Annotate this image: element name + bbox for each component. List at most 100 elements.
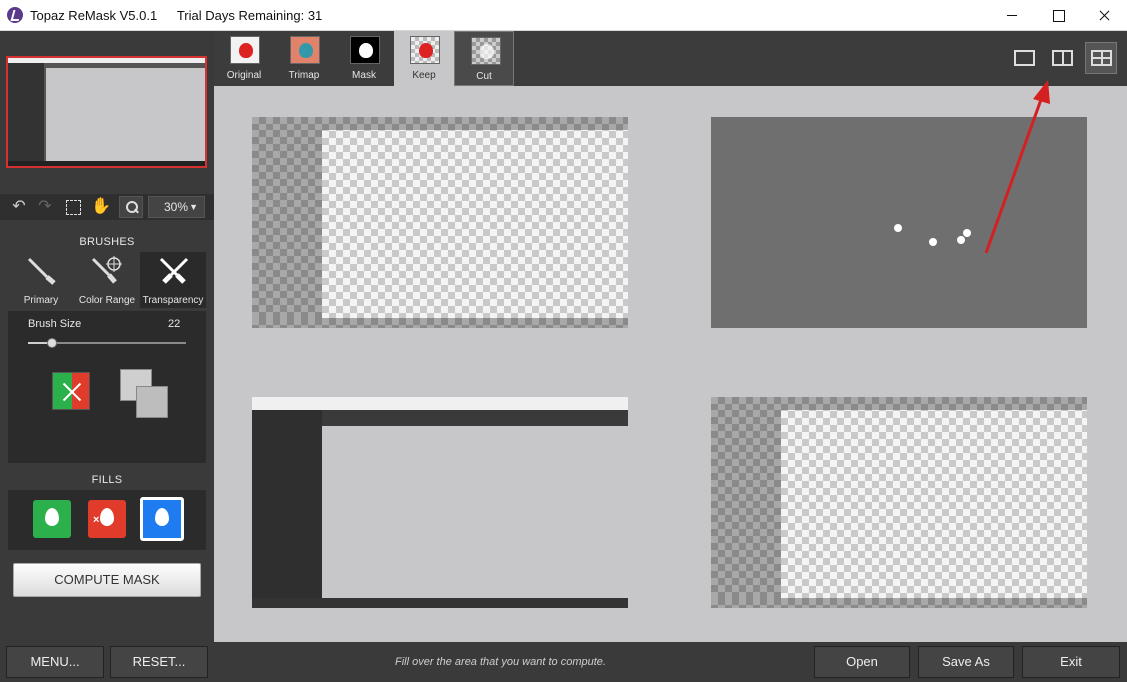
quad-canvas[interactable] bbox=[214, 86, 1127, 642]
mini-footer bbox=[252, 598, 628, 608]
reset-button[interactable]: RESET... bbox=[110, 646, 208, 678]
exit-button[interactable]: Exit bbox=[1022, 646, 1120, 678]
app-logo-icon bbox=[7, 7, 23, 23]
mask-dot bbox=[963, 229, 971, 237]
redo-icon[interactable]: ↷ bbox=[34, 196, 56, 218]
mini-sidebar bbox=[252, 410, 322, 608]
undo-icon[interactable]: ↶ bbox=[8, 196, 30, 218]
compute-drop-icon bbox=[155, 508, 169, 526]
mini-titlebar bbox=[252, 397, 628, 410]
mini-titlebar bbox=[711, 397, 1087, 410]
maximize-button[interactable] bbox=[1035, 0, 1081, 31]
app-name: Topaz ReMask V5.0.1 bbox=[30, 8, 158, 23]
window-title: Topaz ReMask V5.0.1 Trial Days Remaining… bbox=[30, 8, 322, 23]
left-panel: ↶ ↷ ✋ 30% ▼ BRUSHES Primary Color Range bbox=[0, 31, 214, 642]
transparency-brush-icon bbox=[159, 257, 189, 284]
brushes-title: BRUSHES bbox=[79, 236, 135, 248]
brush-size-slider-handle[interactable] bbox=[46, 338, 57, 348]
keep-drop-icon bbox=[45, 508, 59, 526]
cut-x-icon: × bbox=[93, 514, 100, 526]
view-panel-trimap[interactable] bbox=[252, 397, 628, 608]
apple-icon bbox=[419, 43, 433, 58]
trial-text: Trial Days Remaining: 31 bbox=[176, 8, 323, 23]
nav-preview-footer bbox=[8, 161, 205, 166]
brush-transparency[interactable]: Transparency bbox=[140, 252, 206, 308]
tab-original[interactable]: Original bbox=[214, 31, 274, 86]
cut-color-swatch bbox=[72, 373, 89, 409]
zoom-icon[interactable] bbox=[119, 196, 143, 218]
cut-fill-button[interactable]: × bbox=[88, 500, 126, 538]
trimap-thumb bbox=[290, 36, 320, 64]
bottom-bar: MENU... RESET... Fill over the area that… bbox=[0, 642, 1127, 682]
tab-mask[interactable]: Mask bbox=[334, 31, 394, 86]
zoom-value: 30% bbox=[164, 200, 189, 214]
menu-button[interactable]: MENU... bbox=[6, 646, 104, 678]
save-as-button[interactable]: Save As bbox=[918, 646, 1014, 678]
zoom-dropdown[interactable]: 30% ▼ bbox=[148, 196, 205, 218]
apple-icon bbox=[239, 43, 253, 58]
keep-thumb bbox=[410, 36, 440, 64]
fills-panel: × bbox=[8, 490, 206, 550]
view-panel-keep[interactable] bbox=[711, 397, 1087, 608]
view-panel-original[interactable] bbox=[252, 117, 628, 328]
hand-icon[interactable]: ✋ bbox=[90, 196, 112, 218]
mini-footer bbox=[711, 598, 1087, 608]
single-view-button[interactable] bbox=[1009, 43, 1039, 73]
quad-view-icon bbox=[1091, 50, 1112, 66]
single-view-icon bbox=[1014, 50, 1035, 66]
tab-trimap-label: Trimap bbox=[288, 70, 320, 81]
color-range-brush-icon bbox=[91, 256, 122, 284]
brush-color-range-label: Color Range bbox=[78, 295, 136, 306]
mini-sidebar bbox=[252, 130, 322, 328]
nav-preview-canvas bbox=[46, 68, 205, 163]
tab-mask-label: Mask bbox=[352, 70, 376, 81]
original-thumb bbox=[230, 36, 260, 64]
tab-cut[interactable]: Cut bbox=[454, 31, 514, 86]
title-bar: Topaz ReMask V5.0.1 Trial Days Remaining… bbox=[0, 0, 1127, 31]
apple-icon bbox=[299, 43, 313, 58]
split-view-icon bbox=[1052, 50, 1073, 66]
tab-keep-label: Keep bbox=[412, 70, 436, 81]
mask-dot bbox=[929, 238, 937, 246]
view-panel-mask[interactable] bbox=[711, 117, 1087, 328]
tab-keep[interactable]: Keep bbox=[394, 31, 454, 86]
compute-fill-button[interactable] bbox=[140, 497, 184, 541]
cut-drop-icon bbox=[100, 508, 114, 526]
quad-view-button[interactable] bbox=[1085, 42, 1117, 74]
split-view-button[interactable] bbox=[1047, 43, 1077, 73]
brush-size-value: 22 bbox=[168, 318, 181, 330]
mini-sidebar bbox=[711, 410, 781, 608]
brush-settings: Brush Size 22 bbox=[8, 311, 206, 463]
brush-color-range[interactable]: Color Range bbox=[74, 252, 140, 308]
cut-thumb bbox=[471, 37, 501, 65]
tab-original-label: Original bbox=[226, 70, 262, 81]
navigator-preview[interactable] bbox=[6, 56, 207, 168]
mask-thumb bbox=[350, 36, 380, 64]
selection-icon[interactable] bbox=[62, 196, 84, 218]
brush-size-label: Brush Size bbox=[28, 318, 82, 330]
mini-titlebar bbox=[252, 117, 628, 130]
view-tab-bar: Original Trimap Mask Keep Cut bbox=[214, 31, 1127, 86]
chevron-down-icon: ▼ bbox=[189, 202, 198, 212]
mask-dot bbox=[894, 224, 902, 232]
primary-brush-icon bbox=[27, 257, 56, 285]
swap-keep-cut-button[interactable] bbox=[52, 372, 90, 410]
close-button[interactable] bbox=[1081, 0, 1127, 31]
tab-cut-label: Cut bbox=[476, 71, 492, 82]
mini-tabbar bbox=[322, 410, 628, 426]
minimize-button[interactable] bbox=[989, 0, 1035, 31]
brush-primary-label: Primary bbox=[23, 295, 59, 306]
foreground-color-swatch[interactable] bbox=[136, 386, 168, 418]
tool-row: ↶ ↷ ✋ 30% ▼ bbox=[0, 194, 214, 220]
brush-primary[interactable]: Primary bbox=[8, 252, 74, 308]
fills-title: FILLS bbox=[91, 474, 123, 486]
apple-icon bbox=[480, 44, 494, 59]
nav-preview-sidebar bbox=[8, 63, 44, 166]
mask-dot bbox=[957, 236, 965, 244]
tab-trimap[interactable]: Trimap bbox=[274, 31, 334, 86]
mini-footer bbox=[252, 318, 628, 328]
brush-transparency-label: Transparency bbox=[142, 295, 204, 306]
keep-fill-button[interactable] bbox=[33, 500, 71, 538]
open-button[interactable]: Open bbox=[814, 646, 910, 678]
compute-mask-button[interactable]: COMPUTE MASK bbox=[13, 563, 201, 597]
